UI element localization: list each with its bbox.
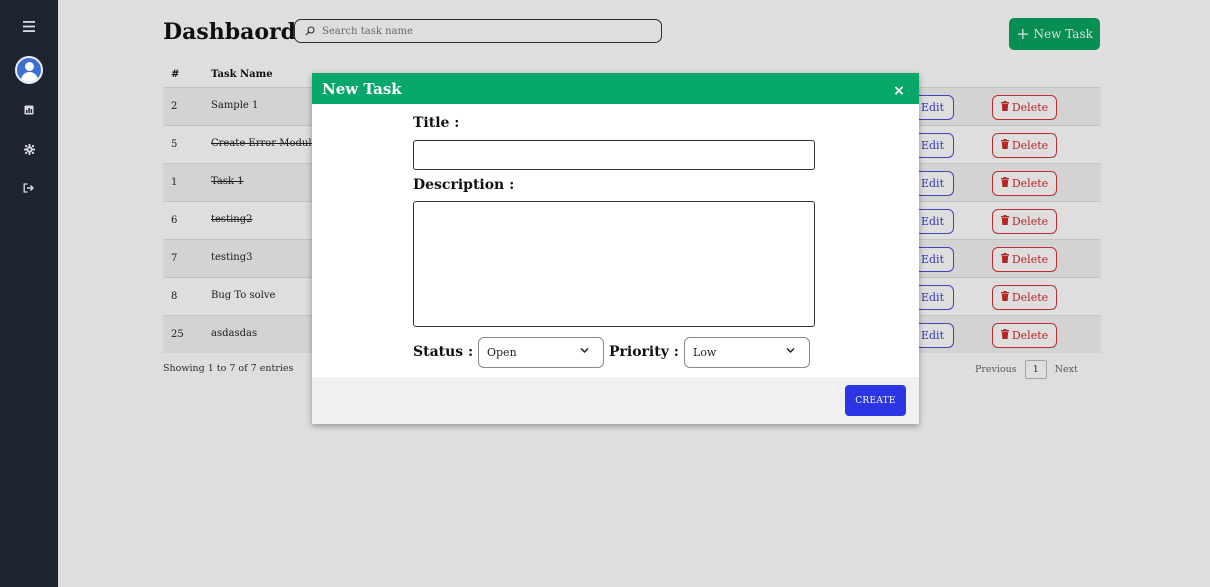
modal-header: New Task ×	[312, 73, 919, 104]
chevron-down-icon	[580, 347, 589, 354]
modal-title: New Task	[322, 80, 402, 98]
description-textarea[interactable]	[413, 201, 815, 327]
close-icon[interactable]: ×	[892, 83, 906, 99]
menu-icon[interactable]	[0, 18, 58, 34]
modal-footer: CREATE	[312, 377, 919, 424]
priority-select[interactable]: Low	[684, 337, 810, 368]
create-button[interactable]: CREATE	[845, 385, 906, 416]
sidebar	[0, 0, 58, 587]
settings-icon[interactable]	[0, 142, 58, 156]
priority-value: Low	[693, 346, 717, 359]
description-label: Description :	[413, 177, 515, 193]
status-select[interactable]: Open	[478, 337, 604, 368]
status-label: Status :	[413, 344, 474, 360]
title-label: Title :	[413, 115, 460, 131]
user-avatar-icon[interactable]	[0, 55, 58, 85]
status-value: Open	[487, 346, 517, 359]
chevron-down-icon	[786, 347, 795, 354]
logout-icon[interactable]	[0, 181, 58, 195]
new-task-modal: New Task × Title : Description : Status …	[312, 73, 919, 424]
dashboard-icon[interactable]	[0, 103, 58, 117]
title-input[interactable]	[413, 140, 815, 170]
priority-label: Priority :	[609, 344, 679, 360]
